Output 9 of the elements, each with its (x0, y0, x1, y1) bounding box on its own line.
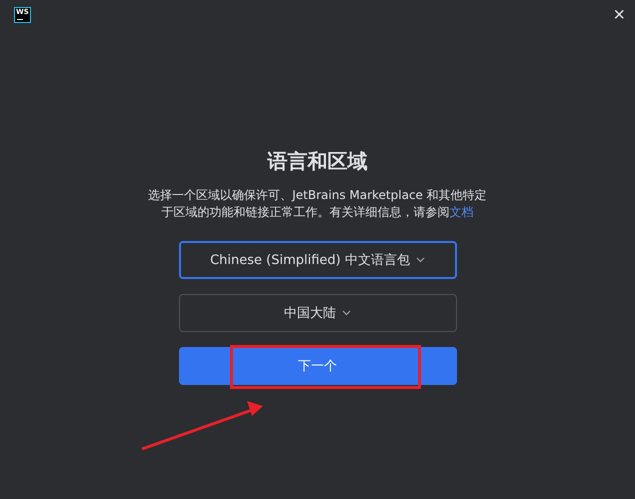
next-button[interactable]: 下一个 (178, 347, 456, 385)
dialog-title: 语言和区域 (268, 148, 368, 175)
dropdown[interactable]: Chinese (Simplified) 中文语言包 (178, 241, 456, 279)
description-text: 选择一个区域以确保许可、JetBrains Marketplace 和其他特定于区域的功能和链接正常工作。有关详细信息，请参阅文档 (147, 187, 488, 221)
close-button[interactable]: × (611, 5, 627, 25)
chevron-down-icon (416, 257, 425, 263)
dropdown[interactable]: 中国大陆 (178, 294, 456, 332)
chevron-down-icon (342, 310, 351, 316)
docs-link[interactable]: 文档 (450, 205, 474, 219)
